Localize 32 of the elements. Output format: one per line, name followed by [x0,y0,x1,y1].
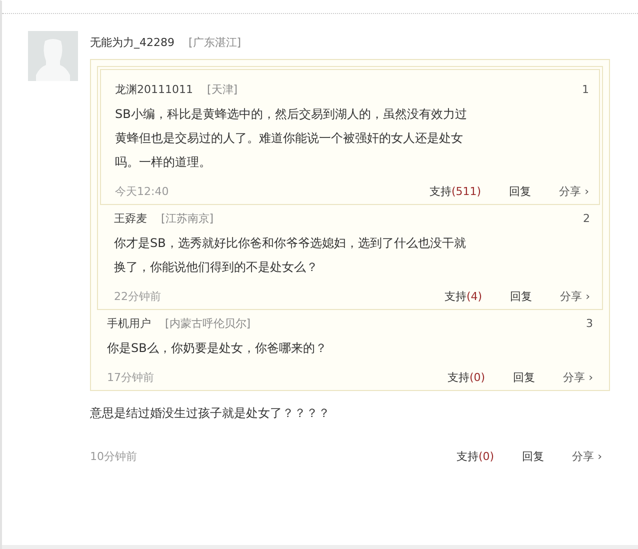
timestamp: 22分钟前 [114,288,161,304]
share-link[interactable]: 分享 › [563,370,593,384]
comment-text: 你才是SB，选秀就好比你爸和你爷爷选媳妇，选到了什么也没干就换了，你能说他们得到的不是处女么？ [114,235,467,276]
avatar-icon [28,31,78,81]
comment-text: 意思是结过婚没生过孩子就是处女了？？？？ [90,405,331,422]
reply-link[interactable]: 回复 [522,448,544,464]
timestamp: 今天12:40 [115,184,169,198]
share-link[interactable]: 分享 › [559,184,589,198]
support-link[interactable]: 支持(4) [444,288,482,304]
location: [广东湛江] [188,34,242,50]
reply-link[interactable]: 回复 [509,184,532,198]
username[interactable]: 无能为力_42289 [90,34,174,50]
floor-number: 1 [582,82,589,96]
location: [江苏南京] [161,210,214,226]
share-link[interactable]: 分享 › [572,448,602,464]
username[interactable]: 龙渊20111011 [115,82,193,96]
username[interactable]: 王孬麦 [114,210,147,226]
support-link[interactable]: 支持(0) [456,448,494,464]
share-link[interactable]: 分享 › [560,288,590,304]
reply-link[interactable]: 回复 [510,288,532,304]
location: [内蒙古呼伦贝尔] [165,316,251,330]
timestamp: 17分钟前 [107,370,154,384]
support-link[interactable]: 支持(511) [430,184,482,198]
location: [天津] [207,82,238,96]
floor-number: 3 [586,316,593,330]
username[interactable]: 手机用户 [107,316,151,330]
timestamp: 10分钟前 [90,448,137,464]
floor-number: 2 [583,212,590,224]
support-link[interactable]: 支持(0) [448,370,486,384]
comment-text: SB小编，科比是黄蜂选中的，然后交易到湖人的，虽然没有效力过黄蜂但也是交易过的人了。难道你能说一个被强奸的女人还是处女吗。一样的道理。 [115,106,468,171]
reply-link[interactable]: 回复 [513,370,536,384]
comment-text: 你是SB么，你奶要是处女，你爸哪来的？ [107,340,328,357]
